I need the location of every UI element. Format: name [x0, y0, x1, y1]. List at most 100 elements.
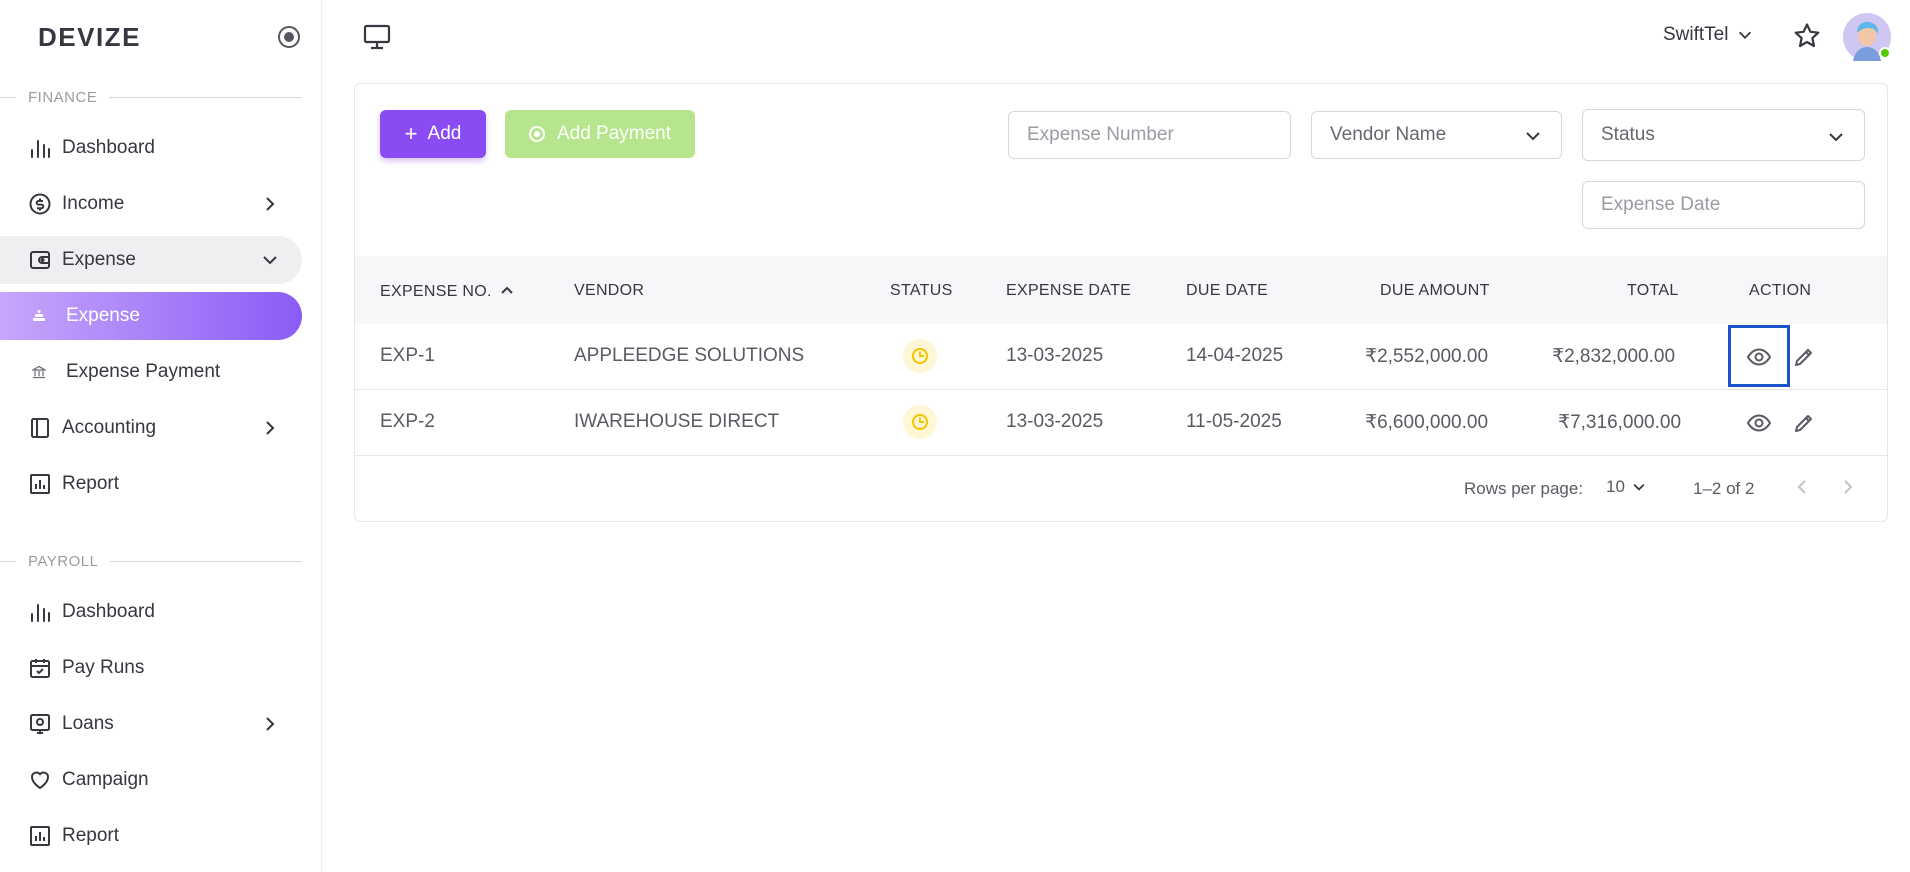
currency-icon: [28, 192, 52, 216]
column-header-total[interactable]: TOTAL: [1627, 282, 1679, 300]
expense-number-input[interactable]: [1027, 124, 1264, 146]
section-label: FINANCE: [28, 88, 98, 106]
add-payment-label: Add Payment: [556, 123, 672, 144]
cell-vendor: IWAREHOUSE DIRECT: [574, 411, 780, 432]
sidebar-subitem-expense[interactable]: Expense: [0, 292, 302, 340]
company-selector[interactable]: SwiftTel: [1663, 24, 1754, 46]
page-range: 1–2 of 2: [1693, 479, 1755, 498]
cell-due-amount: ₹6,600,000.00: [1365, 412, 1489, 433]
edit-icon[interactable]: [1788, 341, 1820, 373]
sidebar-item-income[interactable]: Income: [0, 180, 302, 228]
column-header-expense-date[interactable]: EXPENSE DATE: [1006, 282, 1131, 300]
section-payroll: PAYROLL: [0, 551, 302, 571]
sidebar-item-label: Dashboard: [62, 137, 155, 158]
rows-per-page-value: 10: [1606, 477, 1625, 496]
column-header-vendor[interactable]: VENDOR: [574, 282, 644, 300]
expense-number-field[interactable]: [1008, 111, 1291, 159]
sub-item-icon: [32, 309, 46, 323]
vendor-name-select[interactable]: Vendor Name: [1311, 111, 1562, 159]
cell-expense-no[interactable]: EXP-1: [380, 345, 435, 367]
view-icon[interactable]: [1743, 407, 1775, 439]
status-label: Status: [1601, 124, 1655, 145]
sidebar-item-loans[interactable]: Loans: [0, 700, 302, 748]
expense-date-field[interactable]: [1582, 181, 1865, 229]
report-icon: [28, 472, 52, 496]
section-finance: FINANCE: [0, 87, 302, 107]
sidebar-item-pay-runs[interactable]: Pay Runs: [0, 644, 302, 692]
sidebar-item-expense[interactable]: Expense: [0, 236, 302, 284]
chevron-down-icon: [263, 256, 277, 265]
status-pending-icon: [903, 339, 937, 373]
table-row[interactable]: EXP-2 IWAREHOUSE DIRECT 13-03-2025 11-05…: [355, 390, 1887, 456]
cell-due-amount: ₹2,552,000.00: [1365, 346, 1489, 367]
monitor-icon[interactable]: [362, 22, 392, 52]
section-label: PAYROLL: [28, 552, 99, 570]
heart-icon: [28, 768, 52, 792]
view-icon[interactable]: [1743, 341, 1775, 373]
cell-due-date: 11-05-2025: [1186, 411, 1282, 432]
table-row[interactable]: EXP-1 APPLEEDGE SOLUTIONS 13-03-2025 14-…: [355, 324, 1887, 390]
sidebar-item-finance-dashboard[interactable]: Dashboard: [0, 124, 302, 172]
brand-logo: DEVIZE: [38, 22, 141, 52]
next-page-icon[interactable]: [1836, 475, 1860, 499]
bar-chart-icon: [28, 600, 52, 624]
edit-icon[interactable]: [1788, 407, 1820, 439]
sidebar-toggle-icon[interactable]: [278, 26, 300, 48]
book-icon: [28, 416, 52, 440]
cell-total: ₹2,832,000.00: [1552, 346, 1676, 367]
wallet-icon: [28, 248, 52, 272]
chevron-down-icon: [1526, 132, 1540, 141]
sidebar-item-label: Dashboard: [62, 601, 155, 622]
plus-icon: +: [404, 121, 418, 146]
add-payment-button[interactable]: Add Payment: [505, 110, 695, 158]
chevron-right-icon: [266, 197, 275, 211]
column-header-status[interactable]: STATUS: [890, 282, 953, 300]
bar-chart-icon: [28, 136, 52, 160]
bank-icon: [32, 365, 46, 379]
chevron-right-icon: [266, 421, 275, 435]
rows-per-page-select[interactable]: 10: [1606, 477, 1647, 497]
add-button[interactable]: + Add: [380, 110, 486, 158]
radio-icon: [528, 126, 545, 142]
loan-icon: [28, 712, 52, 736]
cell-expense-date: 13-03-2025: [1006, 411, 1104, 432]
status-select[interactable]: Status: [1582, 109, 1865, 161]
sidebar-item-label: Pay Runs: [62, 657, 145, 678]
sidebar-item-campaign[interactable]: Campaign: [0, 756, 302, 804]
sidebar-item-finance-report[interactable]: Report: [0, 460, 302, 508]
chevron-down-icon: [1829, 133, 1843, 142]
sidebar: DEVIZE FINANCE Dashboard Income Expense …: [0, 0, 322, 872]
expense-date-input[interactable]: [1601, 194, 1838, 216]
pagination: Rows per page: 10 1–2 of 2: [355, 455, 1887, 521]
calendar-icon: [28, 656, 52, 680]
sidebar-subitem-expense-payment[interactable]: Expense Payment: [0, 348, 302, 396]
column-header-expense-no[interactable]: EXPENSE NO.: [380, 282, 515, 301]
status-pending-icon: [903, 405, 937, 439]
sidebar-item-accounting[interactable]: Accounting: [0, 404, 302, 452]
cell-due-date: 14-04-2025: [1186, 345, 1284, 366]
column-header-due-amount[interactable]: DUE AMOUNT: [1380, 282, 1490, 300]
chevron-right-icon: [266, 717, 275, 731]
sidebar-item-label: Report: [62, 473, 120, 494]
cell-expense-no[interactable]: EXP-2: [380, 411, 435, 433]
column-header-due-date[interactable]: DUE DATE: [1186, 282, 1268, 300]
expense-list-card: + Add Add Payment Vendor Name Status EXP…: [354, 83, 1888, 522]
sidebar-item-label: Income: [62, 193, 125, 214]
report-icon: [28, 824, 52, 848]
rows-per-page-label: Rows per page:: [1464, 479, 1584, 498]
sidebar-item-label: Expense: [66, 305, 140, 326]
avatar[interactable]: [1843, 13, 1891, 61]
sidebar-item-payroll-dashboard[interactable]: Dashboard: [0, 588, 302, 636]
vendor-name-label: Vendor Name: [1330, 124, 1447, 145]
chevron-down-icon: [1739, 31, 1752, 39]
table-header: EXPENSE NO. VENDOR STATUS EXPENSE DATE D…: [355, 256, 1887, 324]
add-button-label: Add: [427, 123, 462, 144]
sidebar-item-payroll-report[interactable]: Report: [0, 812, 302, 860]
star-icon[interactable]: [1792, 21, 1822, 51]
cell-expense-date: 13-03-2025: [1006, 345, 1104, 366]
sidebar-item-label: Expense Payment: [66, 361, 221, 382]
column-header-action: ACTION: [1749, 282, 1812, 299]
previous-page-icon[interactable]: [1790, 475, 1814, 499]
sidebar-item-label: Campaign: [62, 769, 149, 790]
sidebar-item-label: Expense: [62, 249, 136, 270]
